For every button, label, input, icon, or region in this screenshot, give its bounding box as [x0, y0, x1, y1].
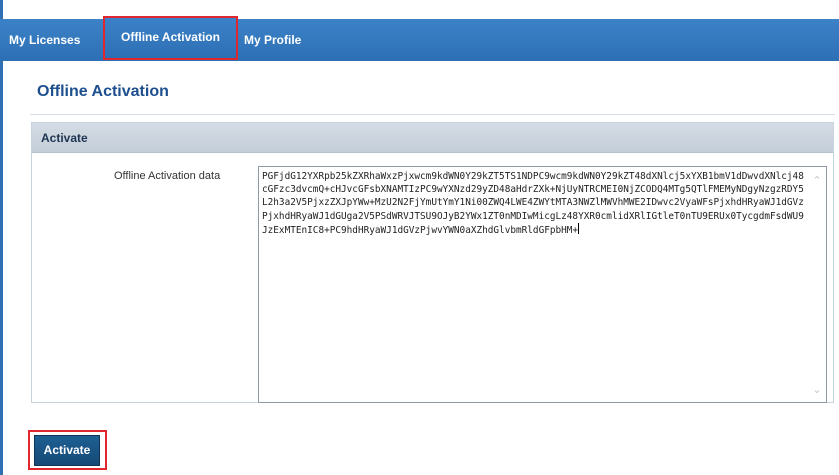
- chevron-down-icon[interactable]: ⌄: [810, 383, 824, 397]
- textarea-scrollbar[interactable]: ⌃ ⌄: [808, 167, 826, 402]
- activate-panel: Activate Offline Activation data PGFjdG1…: [31, 122, 834, 403]
- activation-data-value: PGFjdG12YXRpb25kZXRhaWxzPjxwcm9kdWN0Y29k…: [262, 171, 804, 236]
- left-border: [0, 0, 3, 475]
- activate-button[interactable]: Activate: [34, 435, 100, 466]
- chevron-up-icon[interactable]: ⌃: [810, 174, 824, 188]
- panel-header: Activate: [32, 123, 833, 153]
- tab-my-profile[interactable]: My Profile: [244, 19, 301, 61]
- top-nav-bar: My Licenses Offline Activation My Profil…: [0, 16, 839, 61]
- offline-activation-data-textarea[interactable]: PGFjdG12YXRpb25kZXRhaWxzPjxwcm9kdWN0Y29k…: [258, 166, 827, 403]
- offline-activation-data-label: Offline Activation data: [114, 170, 221, 182]
- tab-my-licenses[interactable]: My Licenses: [9, 19, 80, 61]
- title-divider: [30, 114, 835, 115]
- textarea-content: PGFjdG12YXRpb25kZXRhaWxzPjxwcm9kdWN0Y29k…: [262, 170, 805, 237]
- page-title: Offline Activation: [37, 83, 169, 100]
- text-caret: [578, 222, 580, 234]
- panel-title: Activate: [41, 131, 88, 145]
- tab-offline-activation[interactable]: Offline Activation: [103, 16, 238, 60]
